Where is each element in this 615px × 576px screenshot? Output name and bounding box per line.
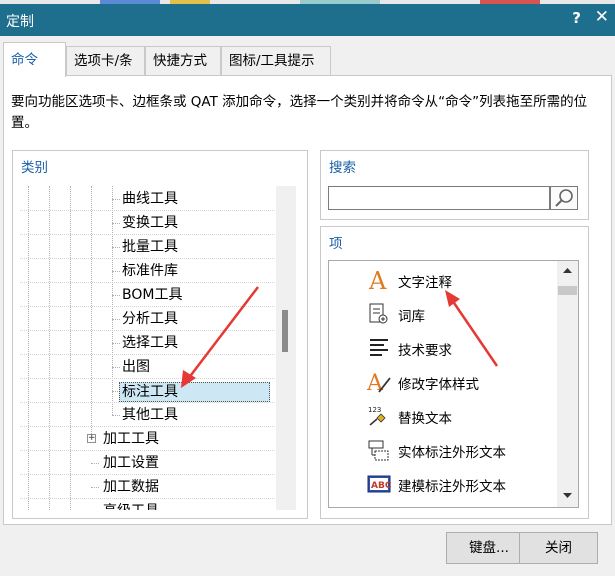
tab-label: 快捷方式 [153, 53, 207, 69]
tree-item-label: 批量工具 [122, 239, 178, 255]
list-item[interactable]: 123 替换文本 [367, 401, 557, 431]
tree-item-label: 曲线工具 [122, 191, 178, 207]
model-outline-text-icon: ABC [367, 475, 391, 493]
help-button[interactable]: ? [572, 9, 581, 27]
category-tree[interactable]: 曲线工具 变换工具 批量工具 标准件库 BOM工具 分析工具 选择工具 出图 标… [20, 186, 300, 510]
tab-label: 选项卡/条 [74, 53, 133, 69]
tree-item-label: 分析工具 [122, 311, 178, 327]
list-item-label: 替换文本 [398, 411, 452, 427]
list-item[interactable]: A 文字注释 [367, 265, 557, 295]
tree-item-transform-tools[interactable]: 变换工具 [20, 212, 275, 234]
items-group-title: 项 [329, 236, 343, 252]
dialog-title-bar[interactable]: 定制 ? ✕ [0, 4, 615, 36]
svg-text:A: A [368, 268, 387, 292]
tree-item-curve-tools[interactable]: 曲线工具 [20, 188, 275, 210]
tree-item-label: 标准件库 [122, 263, 178, 279]
command-list-scrollbar-thumb[interactable] [558, 286, 577, 295]
categories-group-title: 类别 [21, 160, 48, 176]
tree-item-label: BOM工具 [122, 287, 183, 303]
tree-item-label: 高级工具 [103, 502, 159, 510]
search-input[interactable] [328, 186, 550, 210]
list-item[interactable]: 词库 [367, 299, 557, 329]
svg-text:A: A [367, 371, 384, 394]
svg-text:ABC: ABC [371, 481, 391, 491]
tree-item-label: 出图 [122, 359, 150, 375]
tree-item-analysis-tools[interactable]: 分析工具 [20, 308, 275, 330]
tree-item-label: 选择工具 [122, 335, 178, 351]
list-item[interactable]: A 修改字体样式 [367, 367, 557, 397]
list-item[interactable]: A [367, 503, 557, 508]
command-list-scrollbar[interactable] [557, 261, 578, 507]
list-item[interactable]: 实体标注外形文本 [367, 435, 557, 465]
category-scrollbar-thumb[interactable] [282, 310, 288, 352]
list-item-label: 文字注释 [398, 275, 452, 291]
scroll-up-arrow-icon[interactable] [557, 264, 578, 278]
expand-plus-icon[interactable]: + [87, 434, 96, 443]
tree-item-label: 加工设置 [103, 455, 159, 471]
tree-item-advanced-tools[interactable]: 高级工具 [20, 500, 275, 510]
tree-item-standard-parts[interactable]: 标准件库 [20, 260, 275, 282]
dialog-title: 定制 [6, 14, 34, 30]
tree-item-label: 其他工具 [122, 407, 178, 423]
list-item-label: 实体标注外形文本 [398, 445, 506, 461]
tab-commands[interactable]: 命令 [3, 42, 66, 77]
magnifier-icon [555, 189, 573, 207]
tree-item-machining-settings[interactable]: 加工设置 [20, 452, 275, 474]
search-button[interactable] [550, 186, 578, 210]
tab-label: 图标/工具提示 [229, 53, 315, 69]
list-item-label: 建模标注外形文本 [398, 479, 506, 495]
tab-label: 命令 [11, 52, 38, 68]
glossary-icon [369, 303, 388, 324]
replace-text-icon: 123 [368, 406, 386, 426]
tab-shortcuts[interactable]: 快捷方式 [145, 46, 221, 76]
command-list[interactable]: A 文字注释 词库 技术要求 A 修改字体样式 123 替换文本 实体标注外形文… [328, 260, 579, 508]
tree-item-select-tools[interactable]: 选择工具 [20, 332, 275, 354]
svg-text:123: 123 [368, 406, 381, 414]
tree-item-other-tools[interactable]: 其他工具 [20, 404, 275, 426]
list-item-label: 修改字体样式 [398, 377, 479, 393]
tab-icons-tooltips[interactable]: 图标/工具提示 [221, 46, 331, 76]
tree-item-machining-tools[interactable]: + 加工工具 [20, 428, 275, 450]
tab-bar: 命令 选项卡/条 快捷方式 图标/工具提示 [0, 42, 615, 77]
technical-requirements-icon [370, 339, 388, 356]
tree-item-label: 加工工具 [103, 431, 159, 447]
tree-item-label: 变换工具 [122, 215, 178, 231]
list-item-label: 词库 [398, 309, 425, 325]
solid-outline-text-icon [368, 440, 389, 461]
search-group-title: 搜索 [329, 160, 356, 176]
text-annotation-icon: A [368, 506, 387, 508]
list-item[interactable]: ABC 建模标注外形文本 [367, 469, 557, 499]
tree-item-machining-data[interactable]: 加工数据 [20, 476, 275, 498]
close-window-button[interactable]: ✕ [595, 7, 609, 27]
svg-text:A: A [368, 506, 387, 508]
tree-item-annotation-tools[interactable]: 标注工具 [20, 380, 275, 402]
edit-font-style-icon: A [367, 371, 391, 394]
tree-item-label: 加工数据 [103, 479, 159, 495]
category-scrollbar[interactable] [276, 186, 296, 510]
list-item[interactable]: 技术要求 [367, 333, 557, 363]
close-button[interactable]: 关闭 [519, 532, 598, 564]
tree-item-label: 标注工具 [119, 382, 270, 402]
tab-tabs-bars[interactable]: 选项卡/条 [66, 46, 145, 76]
scroll-down-arrow-icon[interactable] [557, 489, 578, 503]
instructions-text: 要向功能区选项卡、边框条或 QAT 添加命令，选择一个类别并将命令从“命令”列表… [11, 94, 588, 131]
tree-item-drawing[interactable]: 出图 [20, 356, 275, 378]
text-annotation-icon: A [368, 268, 387, 292]
tree-item-batch-tools[interactable]: 批量工具 [20, 236, 275, 258]
list-item-label: 技术要求 [398, 343, 452, 359]
tree-item-bom-tools[interactable]: BOM工具 [20, 284, 275, 306]
